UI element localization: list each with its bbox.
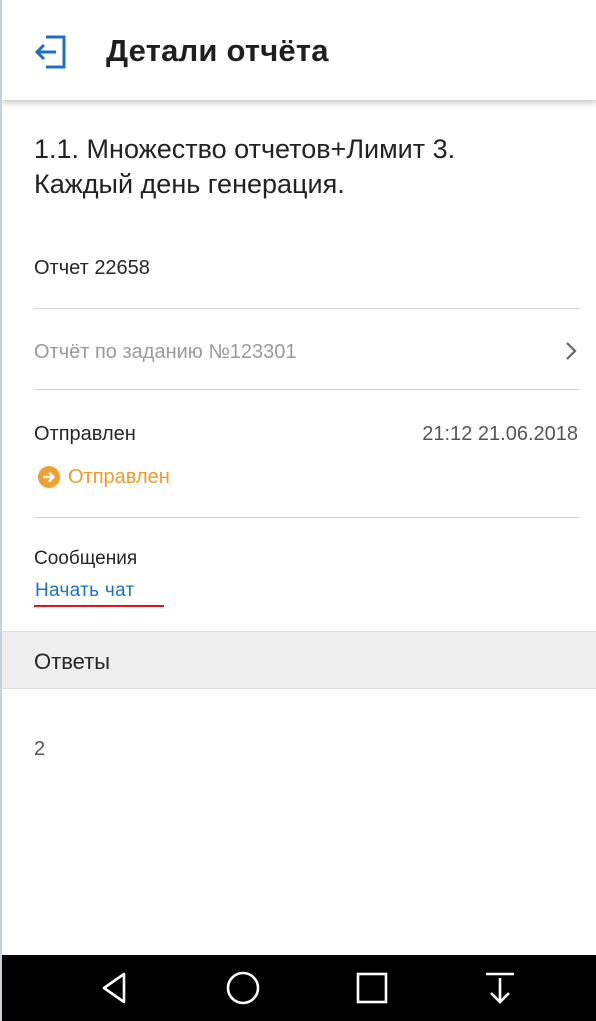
report-details-screen: Детали отчёта 1.1. Множество отчетов+Лим… <box>0 0 596 1021</box>
report-title-line-1: 1.1. Множество отчетов+Лимит 3. <box>34 134 456 164</box>
report-title: 1.1. Множество отчетов+Лимит 3. Каждый д… <box>34 132 574 202</box>
status-label: Отправлен <box>34 423 136 445</box>
report-number: Отчет 22658 <box>34 257 150 279</box>
page-title: Детали отчёта <box>106 33 329 68</box>
chevron-right-icon <box>566 342 577 360</box>
nav-download-button[interactable] <box>480 968 520 1008</box>
answers-section-header: Ответы <box>2 631 596 689</box>
start-chat-link[interactable]: Начать чат <box>35 580 135 602</box>
back-triangle-icon <box>102 972 126 1004</box>
nav-home-button[interactable] <box>223 968 263 1008</box>
download-arrow-icon <box>486 972 514 1004</box>
nav-recents-button[interactable] <box>352 968 392 1008</box>
highlight-underline <box>34 605 164 607</box>
task-link-row[interactable]: Отчёт по заданию №123301 <box>34 310 580 390</box>
answers-value: 2 <box>34 738 46 760</box>
divider <box>34 389 580 390</box>
status-badge: Отправлен <box>38 463 170 491</box>
messages-label: Сообщения <box>34 548 138 569</box>
back-button[interactable] <box>32 34 72 70</box>
home-circle-icon <box>226 971 260 1005</box>
exit-to-left-icon <box>34 35 66 69</box>
report-title-line-2: Каждый день генерация. <box>34 169 345 199</box>
recents-square-icon <box>356 972 388 1004</box>
system-nav-bar <box>2 955 596 1021</box>
arrow-right-circle-icon <box>38 466 60 488</box>
nav-back-button[interactable] <box>95 968 135 1008</box>
answers-section-title: Ответы <box>34 649 111 674</box>
divider <box>34 517 580 518</box>
status-badge-text: Отправлен <box>68 465 170 488</box>
status-datetime: 21:12 21.06.2018 <box>422 423 578 445</box>
task-link-text: Отчёт по заданию №123301 <box>34 341 297 363</box>
divider <box>34 308 580 309</box>
app-bar: Детали отчёта <box>2 0 596 100</box>
